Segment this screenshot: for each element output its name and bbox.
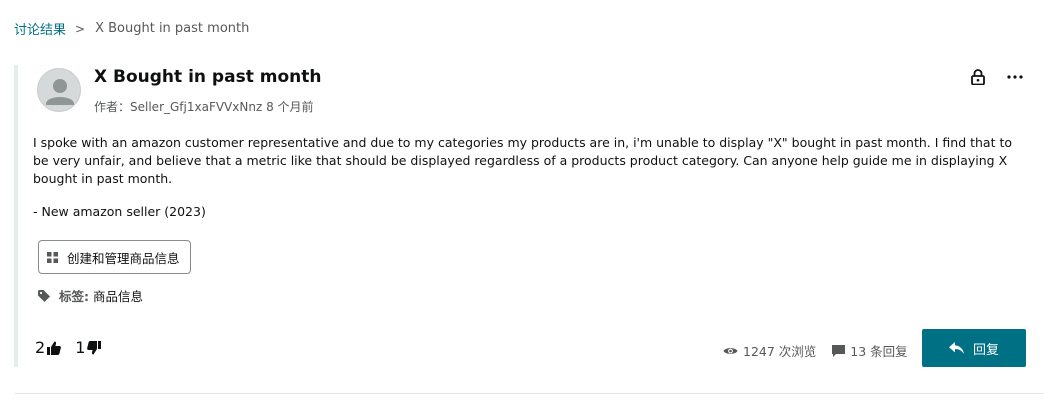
post-body-text: I spoke with an amazon customer represen… [33,135,1013,186]
category-button-label: 创建和管理商品信息 [67,250,180,266]
post-body: I spoke with an amazon customer represen… [33,134,1023,188]
thumbs-up-icon [47,341,62,355]
reply-count-text: 13 条回复 [850,344,908,359]
breadcrumb-current: X Bought in past month [95,21,250,36]
category-button[interactable]: 创建和管理商品信息 [38,240,191,274]
user-icon [46,79,74,105]
author-name[interactable]: Seller_Gfj1xaFVVxNnz [130,100,262,114]
reply-button-label: 回复 [972,342,999,358]
thumbs-down-icon [87,340,102,354]
breadcrumb: 讨论结果 > X Bought in past month [14,19,249,38]
post-time: 8 个月前 [266,100,314,114]
tags-label: 标签: [59,289,89,304]
post-author-line: 作者：Seller_Gfj1xaFVVxNnz 8 个月前 [94,98,314,115]
more-options-button[interactable] [1004,67,1026,87]
breadcrumb-separator: > [75,21,86,36]
grid-icon [47,251,58,263]
tag-link[interactable]: 商品信息 [93,286,143,305]
avatar[interactable] [37,68,81,112]
discussion-post: X Bought in past month 作者：Seller_Gfj1xaF… [14,65,1030,367]
author-label: 作者： [94,100,131,114]
tag-icon [38,289,51,302]
reply-count: 13 条回复 [832,341,908,360]
downvote-count: 1 [75,338,86,357]
view-count-text: 1247 次浏览 [743,344,817,359]
more-icon [1007,75,1023,79]
upvote-count: 2 [35,338,46,357]
post-title: X Bought in past month [94,67,322,87]
upvote-button[interactable]: 2 [35,338,62,357]
breadcrumb-root-link[interactable]: 讨论结果 [14,19,66,38]
reply-arrow-icon [948,342,964,354]
lock-button[interactable] [968,67,988,87]
divider [14,393,1044,394]
eye-icon [723,347,738,354]
post-signature: - New amazon seller (2023) [33,204,206,219]
view-count: 1247 次浏览 [723,341,816,360]
comment-icon [832,344,846,357]
lock-icon [971,69,985,85]
tags-row: 标签: 商品信息 [38,286,143,305]
reply-button[interactable]: 回复 [922,329,1026,367]
post-stats: 1247 次浏览 13 条回复 [723,341,908,360]
downvote-button[interactable]: 1 [75,338,102,357]
vote-controls: 2 1 [35,338,102,357]
